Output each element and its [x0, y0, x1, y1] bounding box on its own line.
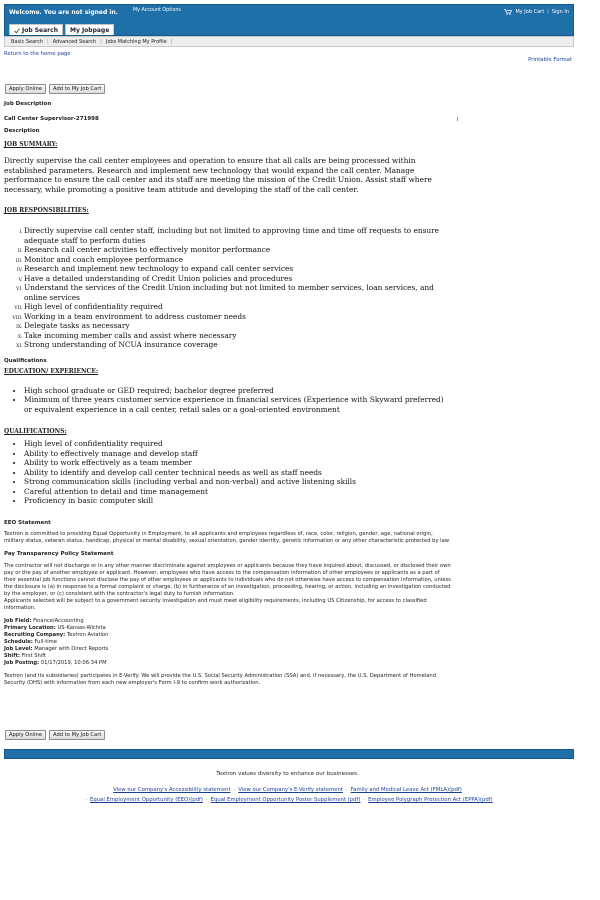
footer-links-row-1: View our Company's Accessibility stateme… [0, 787, 575, 793]
footer-dot: · [205, 797, 208, 803]
pay-transparency-text: The contractor will not discharge or in … [4, 562, 451, 597]
meta-job-field: Job Field: Finance/Accounting [4, 617, 84, 624]
list-item: Delegate tasks as necessary [24, 321, 452, 331]
jobs-matching-profile-link[interactable]: Jobs Matching My Profile [106, 39, 167, 45]
footer-dot: · [85, 797, 88, 803]
list-item: Have a detailed understanding of Credit … [24, 274, 452, 284]
job-description-label: Job Description [4, 101, 52, 107]
meta-shift: Shift: First Shift [4, 652, 47, 659]
welcome-message: Welcome. You are not signed in. [9, 9, 118, 16]
my-account-options-link[interactable]: My Account Options [133, 8, 181, 13]
meta-primary-location: Primary Location: US-Kansas-Wichita [4, 624, 106, 631]
subnav-separator: | [47, 38, 49, 45]
title-divider [457, 117, 458, 121]
qualifications-label: Qualifications [4, 357, 47, 364]
list-item: Minimum of three years customer service … [24, 395, 452, 414]
list-item: Directly supervise call center staff, in… [24, 226, 452, 245]
advanced-search-link[interactable]: Advanced Search [53, 39, 96, 45]
job-responsibilities-heading: JOB RESPONSIBILITIES: [4, 207, 89, 214]
footer-dot: · [345, 787, 348, 793]
diversity-statement: Textron values diversity to enhance our … [216, 771, 359, 777]
footer-dot: · [233, 787, 236, 793]
footer-bar [4, 749, 574, 759]
cart-icon [504, 9, 513, 15]
qualifications-list: High level of confidentiality required A… [4, 439, 452, 506]
return-home-link[interactable]: Return to the home page [4, 51, 71, 57]
education-list: High school graduate or GED required; ba… [4, 386, 452, 415]
job-title: Call Center Supervisor-271998 [4, 116, 99, 122]
tab-label: Job Search [22, 27, 58, 34]
qualifications-heading: QUALIFICATIONS: [4, 428, 67, 435]
main-tabs: Job Search My Jobpage [9, 24, 115, 35]
basic-search-link[interactable]: Basic Search [11, 39, 43, 45]
footer-dot: · [363, 797, 366, 803]
add-to-job-cart-button[interactable]: Add to My Job Cart [49, 84, 106, 94]
fmla-link[interactable]: Family and Medical Leave Act (FMLA)(pdf) [351, 787, 462, 793]
eeo-text: Textron is committed to providing Equal … [4, 530, 451, 544]
list-item: Take incoming member calls and assist wh… [24, 331, 452, 341]
apply-online-button[interactable]: Apply Online [5, 84, 47, 94]
citizenship-text: Applicants selected will be subject to a… [4, 597, 427, 611]
sign-in-link[interactable]: Sign In [552, 9, 569, 15]
list-item: Monitor and coach employee performance [24, 255, 452, 265]
responsibilities-list: Directly supervise call center staff, in… [4, 226, 452, 350]
everify-text: Textron (and its subsidiaries) participa… [4, 672, 436, 686]
tab-job-search[interactable]: Job Search [9, 24, 63, 35]
everify-statement-link[interactable]: View our Company's E-Verify statement [238, 787, 343, 793]
eppa-link[interactable]: Employee Polygraph Protection Act (EPPA)… [368, 797, 493, 803]
tab-label: My Jobpage [69, 27, 110, 34]
job-meta: Job Field: Finance/Accounting Primary Lo… [4, 618, 452, 667]
subnav-separator: | [170, 38, 173, 45]
top-action-buttons: Apply Online Add to My Job Cart [5, 84, 106, 94]
meta-job-posting: Job Posting: 01/17/2019, 10:06:34 PM [4, 659, 107, 666]
bottom-action-buttons: Apply Online Add to My Job Cart [5, 730, 106, 740]
eeo-poster-link[interactable]: Equal Employment Opportunity Poster Supp… [211, 797, 361, 803]
footer-links-row-2: · Equal Employment Opportunity (EEO)(pdf)… [0, 797, 575, 803]
check-icon [14, 27, 20, 34]
meta-schedule: Schedule: Full-time [4, 638, 57, 645]
job-content: Job Description Call Center Supervisor-2… [4, 101, 452, 687]
list-item: Careful attention to detail and time man… [24, 487, 452, 497]
add-to-job-cart-button[interactable]: Add to My Job Cart [49, 730, 106, 740]
header-actions: My Job Cart | Sign In [504, 9, 569, 15]
list-item: Strong communication skills (including v… [24, 477, 452, 487]
accessibility-statement-link[interactable]: View our Company's Accessibility stateme… [113, 787, 230, 793]
list-item: Research call center activities to effec… [24, 245, 452, 255]
job-summary-text: Directly supervise the call center emplo… [4, 156, 432, 194]
list-item: Ability to effectively manage and develo… [24, 449, 452, 459]
pay-transparency-heading: Pay Transparency Policy Statement [4, 550, 114, 557]
printable-format-link[interactable]: Printable Format [528, 57, 572, 63]
list-item: Understand the services of the Credit Un… [24, 283, 452, 302]
apply-online-button[interactable]: Apply Online [5, 730, 47, 740]
list-item: Proficiency in basic computer skill [24, 496, 452, 506]
job-summary-heading: JOB SUMMARY: [4, 141, 58, 148]
list-item: Working in a team environment to address… [24, 312, 452, 322]
site-header: Welcome. You are not signed in. My Accou… [4, 4, 574, 36]
meta-recruiting-company: Recruiting Company: Textron Aviation [4, 631, 109, 638]
list-item: Ability to work effectively as a team me… [24, 458, 452, 468]
my-job-cart-link[interactable]: My Job Cart [515, 9, 544, 15]
description-label: Description [4, 128, 40, 134]
tab-my-jobpage[interactable]: My Jobpage [64, 24, 115, 35]
subnav-separator: | [100, 38, 102, 45]
education-heading: EDUCATION/ EXPERIENCE: [4, 367, 99, 375]
list-item: High school graduate or GED required; ba… [24, 386, 452, 396]
list-item: High level of confidentiality required [24, 439, 452, 449]
search-subnav: Basic Search | Advanced Search | Jobs Ma… [4, 36, 574, 47]
header-separator: | [547, 9, 549, 15]
list-item: Ability to identify and develop call cen… [24, 468, 452, 478]
list-item: Research and implement new technology to… [24, 264, 452, 274]
eeo-heading: EEO Statement [4, 519, 51, 526]
meta-job-level: Job Level: Manager with Direct Reports [4, 645, 109, 652]
list-item: High level of confidentiality required [24, 302, 452, 312]
eeo-link[interactable]: Equal Employment Opportunity (EEO)(pdf) [90, 797, 203, 803]
list-item: Strong understanding of NCUA insurance c… [24, 340, 452, 350]
